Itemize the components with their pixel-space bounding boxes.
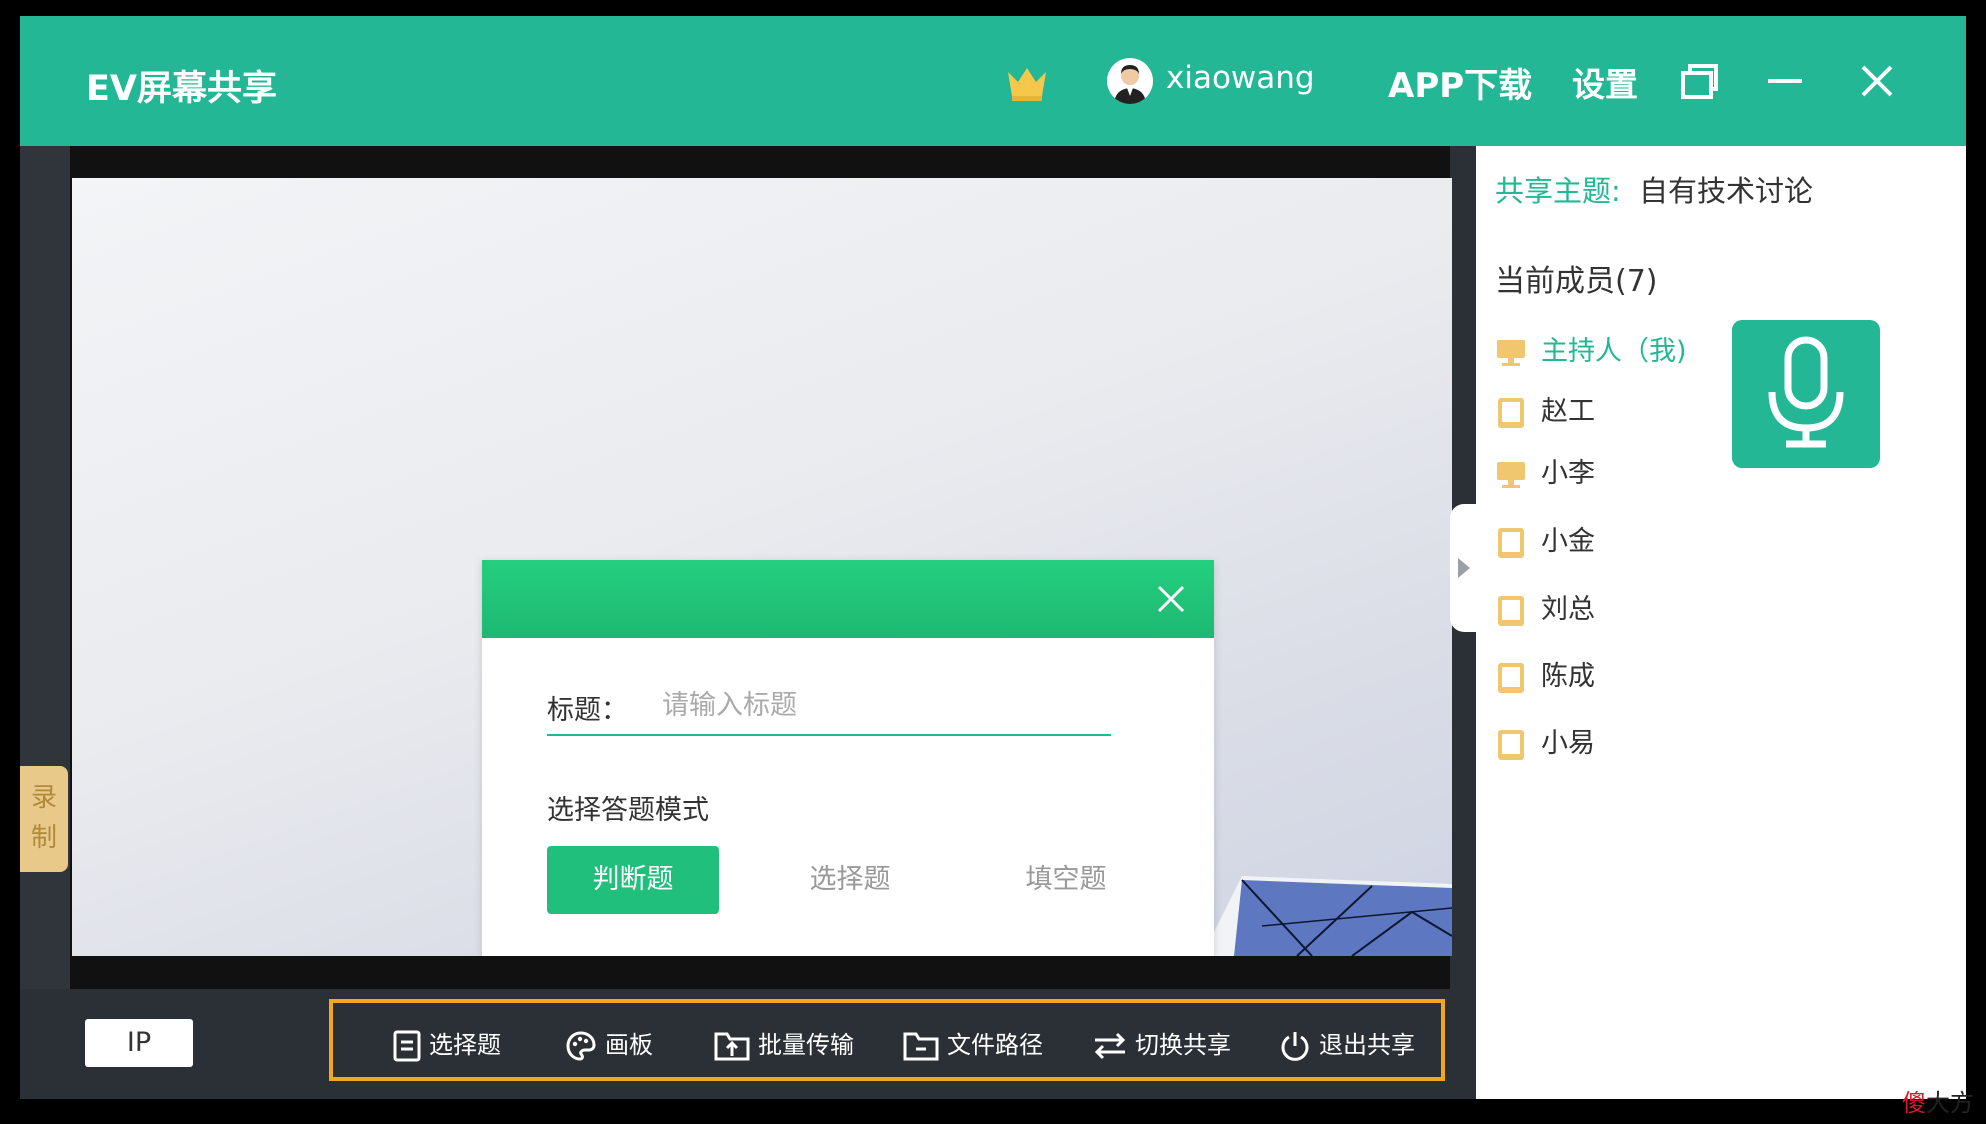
palette-icon bbox=[566, 1031, 596, 1061]
power-icon bbox=[1281, 1032, 1309, 1061]
mode-label: 选择答题模式 bbox=[547, 795, 709, 826]
title-field-label: 标题： bbox=[547, 695, 628, 726]
tool-file-path-button[interactable]: 文件路径 bbox=[903, 1027, 1043, 1063]
crown-icon[interactable] bbox=[1002, 56, 1052, 106]
document-icon bbox=[393, 1030, 421, 1062]
title-bar: EV屏幕共享 xiaowang APP下载 设置 bbox=[20, 16, 1966, 146]
left-strip: 录 制 bbox=[20, 146, 70, 989]
tool-file-path-label: 文件路径 bbox=[947, 1031, 1043, 1059]
topic-value: 自有技术讨论 bbox=[1639, 174, 1814, 208]
watermark-part-2: 大方 bbox=[1926, 1089, 1974, 1117]
tool-whiteboard-button[interactable]: 画板 bbox=[565, 1027, 653, 1063]
tool-batch-transfer-button[interactable]: 批量传输 bbox=[714, 1027, 854, 1063]
quiz-dialog: 标题： 选择答题模式 判断题 选择题 填空题 bbox=[482, 560, 1214, 956]
restore-icon[interactable] bbox=[1674, 56, 1724, 106]
upload-folder-icon bbox=[714, 1032, 750, 1061]
record-label-2: 制 bbox=[30, 823, 57, 853]
tablet-icon bbox=[1498, 662, 1524, 693]
ip-button[interactable]: IP bbox=[85, 1019, 193, 1067]
record-button[interactable]: 录 制 bbox=[20, 766, 68, 872]
tool-quiz-button[interactable]: 选择题 bbox=[393, 1027, 501, 1063]
tool-whiteboard-label: 画板 bbox=[605, 1031, 653, 1059]
member-item[interactable]: 陈成 bbox=[1495, 657, 1595, 697]
microphone-icon bbox=[1768, 336, 1844, 448]
tool-exit-share-label: 退出共享 bbox=[1319, 1031, 1415, 1059]
tool-exit-share-button[interactable]: 退出共享 bbox=[1279, 1027, 1415, 1063]
record-label-1: 录 bbox=[30, 783, 57, 813]
minimize-icon[interactable] bbox=[1760, 56, 1810, 106]
member-item[interactable]: 小易 bbox=[1495, 724, 1595, 764]
right-panel: 共享主题: 自有技术讨论 当前成员(7) 主持人（我) 赵工 小李 小金 刘总 … bbox=[1476, 146, 1966, 1099]
watermark: 傻大方 bbox=[1902, 1083, 1974, 1118]
member-item[interactable]: 小金 bbox=[1495, 522, 1595, 562]
dialog-close-icon[interactable] bbox=[1154, 582, 1188, 616]
folder-icon bbox=[903, 1032, 939, 1061]
topic-label: 共享主题: bbox=[1495, 174, 1621, 208]
tablet-icon bbox=[1498, 729, 1524, 760]
member-item[interactable]: 主持人（我) bbox=[1495, 332, 1687, 372]
member-item[interactable]: 赵工 bbox=[1495, 392, 1595, 432]
microphone-button[interactable] bbox=[1732, 320, 1880, 468]
members-title: 当前成员(7) bbox=[1495, 264, 1658, 299]
tablet-icon bbox=[1498, 397, 1524, 428]
member-item[interactable]: 刘总 bbox=[1495, 590, 1595, 630]
mode-choice-button[interactable]: 选择题 bbox=[764, 846, 936, 914]
member-name: 主持人（我) bbox=[1541, 336, 1687, 367]
username[interactable]: xiaowang bbox=[1166, 60, 1315, 96]
app-download-link[interactable]: APP下载 bbox=[1388, 58, 1532, 107]
desktop-icon bbox=[1497, 339, 1525, 366]
collapse-arrow-icon bbox=[1458, 558, 1470, 578]
switch-arrows-icon bbox=[1094, 1032, 1126, 1060]
shared-screen-area: 标题： 选择答题模式 判断题 选择题 填空题 bbox=[70, 146, 1452, 989]
close-icon[interactable] bbox=[1852, 56, 1902, 106]
tablet-icon bbox=[1498, 595, 1524, 626]
dialog-header bbox=[482, 560, 1214, 638]
title-input[interactable] bbox=[660, 680, 1084, 730]
title-input-underline bbox=[547, 734, 1111, 736]
member-name: 小李 bbox=[1541, 458, 1595, 489]
tool-quiz-label: 选择题 bbox=[429, 1031, 501, 1059]
shared-screen: 标题： 选择答题模式 判断题 选择题 填空题 bbox=[72, 178, 1452, 956]
app-window: EV屏幕共享 xiaowang APP下载 设置 录 制 标题： 请输入标题 选… bbox=[20, 16, 1966, 1099]
member-name: 小易 bbox=[1541, 728, 1595, 759]
member-name: 陈成 bbox=[1541, 661, 1595, 692]
panel-collapse-handle[interactable] bbox=[1450, 504, 1476, 632]
bottom-bar: IP 选择题 画板 批量传输 文件路径 切换共享 退出共享 bbox=[20, 989, 1476, 1099]
member-name: 小金 bbox=[1541, 526, 1595, 557]
watermark-part-1: 傻 bbox=[1902, 1089, 1926, 1117]
tool-batch-transfer-label: 批量传输 bbox=[758, 1031, 854, 1059]
tool-switch-share-button[interactable]: 切换共享 bbox=[1093, 1027, 1231, 1063]
mode-fill-blank-button[interactable]: 填空题 bbox=[980, 846, 1152, 914]
user-avatar[interactable] bbox=[1107, 58, 1153, 104]
member-name: 刘总 bbox=[1541, 594, 1595, 625]
settings-link[interactable]: 设置 bbox=[1572, 58, 1638, 106]
tablet-icon bbox=[1498, 527, 1524, 558]
toolbar: 选择题 画板 批量传输 文件路径 切换共享 退出共享 bbox=[329, 999, 1445, 1081]
app-title: EV屏幕共享 bbox=[86, 69, 277, 109]
desktop-icon bbox=[1497, 461, 1525, 488]
mode-true-false-button[interactable]: 判断题 bbox=[547, 846, 719, 914]
member-item[interactable]: 小李 bbox=[1495, 454, 1595, 494]
member-name: 赵工 bbox=[1541, 396, 1595, 427]
tool-switch-share-label: 切换共享 bbox=[1135, 1031, 1231, 1059]
building-image bbox=[1202, 876, 1452, 956]
